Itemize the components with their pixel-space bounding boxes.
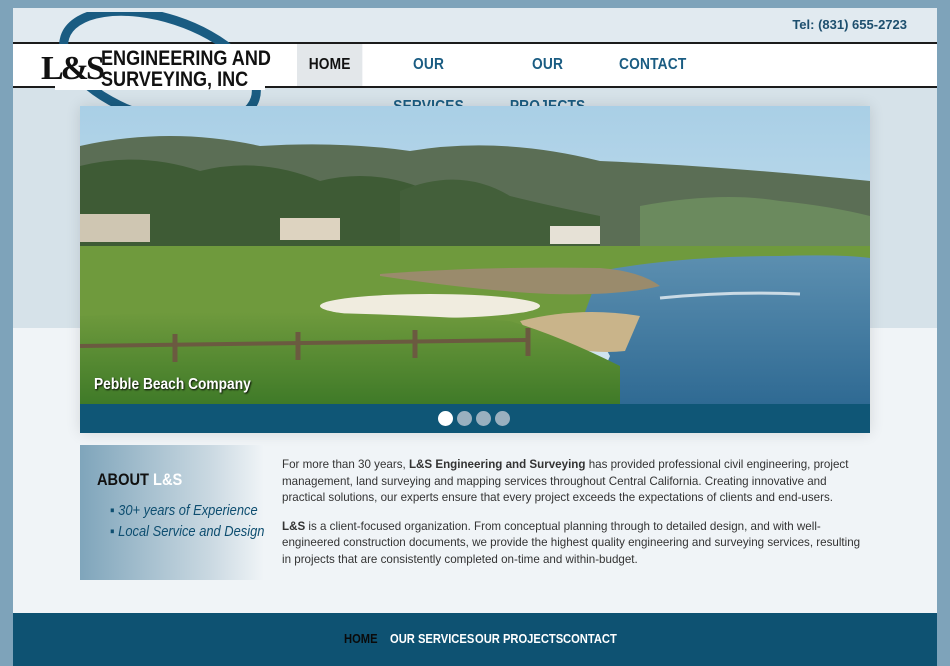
- footer-our-projects[interactable]: OUR PROJECTS: [475, 631, 563, 646]
- company-name-bold: L&S: [282, 519, 306, 533]
- nav-our-services[interactable]: OUR SERVICES: [377, 44, 480, 115]
- paragraph-text: is a client-focused organization. From c…: [282, 519, 861, 566]
- footer-nav: HOME OUR SERVICES OUR PROJECTS CONTACT: [13, 613, 937, 666]
- about-bullet-text: Local Service and Design: [118, 523, 265, 540]
- about-title: ABOUT L&S: [97, 470, 182, 490]
- slide-image: [80, 106, 870, 404]
- nav-contact[interactable]: CONTACT: [619, 44, 686, 86]
- footer-our-services[interactable]: OUR SERVICES: [390, 631, 474, 646]
- about-paragraph-1: For more than 30 years, L&S Engineering …: [282, 457, 872, 507]
- about-bullet: ▪ 30+ years of Experience: [110, 502, 258, 519]
- about-bullet: ▪ Local Service and Design: [110, 523, 265, 540]
- logo-mark: L&S: [41, 50, 105, 87]
- slider-pager: [80, 404, 870, 433]
- about-title-prefix: ABOUT: [97, 470, 154, 489]
- about-bullet-text: 30+ years of Experience: [118, 502, 258, 519]
- paragraph-text: For more than 30 years,: [282, 458, 409, 471]
- phone-number[interactable]: Tel: (831) 655-2723: [792, 17, 907, 32]
- about-title-accent: L&S: [153, 470, 183, 489]
- company-name-bold: L&S Engineering and Surveying: [408, 458, 586, 471]
- about-panel: ABOUT L&S ▪ 30+ years of Experience ▪ Lo…: [80, 445, 264, 580]
- footer-contact[interactable]: CONTACT: [563, 631, 617, 646]
- slide-caption: Pebble Beach Company: [94, 376, 251, 393]
- slide-dot-2[interactable]: [457, 411, 472, 426]
- slide-dot-3[interactable]: [476, 411, 491, 426]
- footer-home[interactable]: HOME: [344, 631, 378, 646]
- slide-dot-1[interactable]: [438, 411, 453, 426]
- logo-line-2: SURVEYING, INC: [101, 68, 249, 91]
- page: Tel: (831) 655-2723 HOME OUR SERVICES OU…: [13, 8, 937, 666]
- logo-line-1: ENGINEERING AND: [101, 47, 271, 70]
- nav-home[interactable]: HOME: [297, 44, 363, 86]
- nav-our-projects[interactable]: OUR PROJECTS: [496, 44, 599, 115]
- hero-slider[interactable]: Pebble Beach Company: [80, 106, 870, 433]
- slide-dot-4[interactable]: [495, 411, 510, 426]
- about-text: For more than 30 years, L&S Engineering …: [282, 457, 872, 580]
- about-paragraph-2: L&S is a client-focused organization. Fr…: [282, 519, 872, 569]
- about-bullets: ▪ 30+ years of Experience ▪ Local Servic…: [110, 500, 290, 542]
